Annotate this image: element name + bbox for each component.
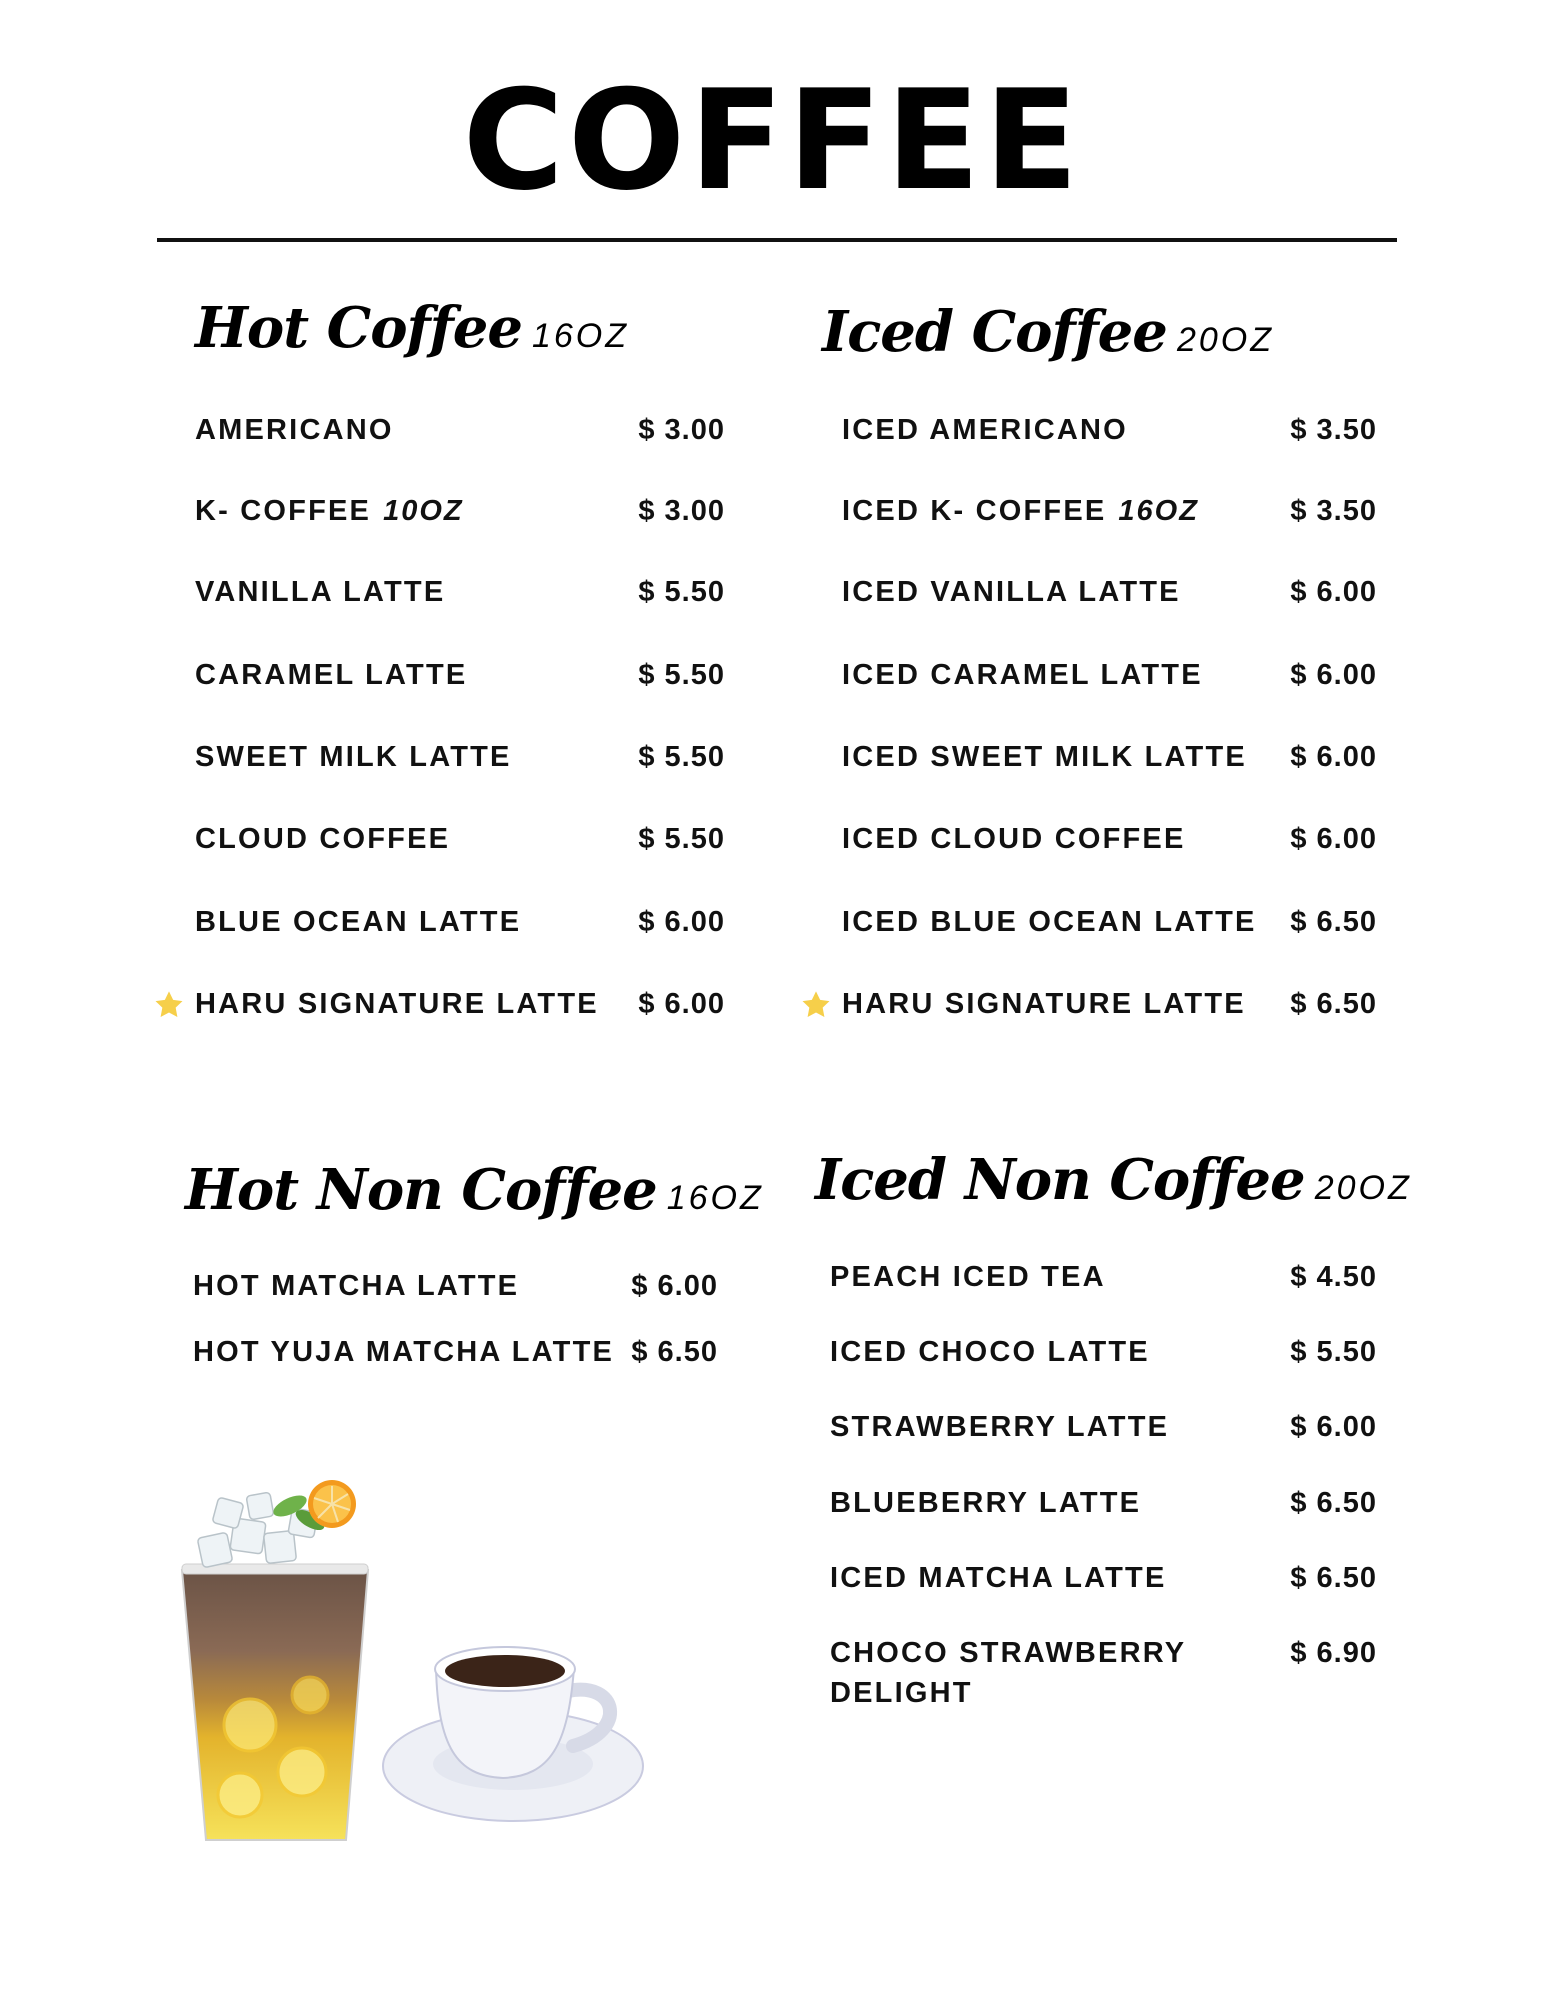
item-name: SWEET MILK LATTE (195, 741, 512, 773)
iced-drink-illustration (180, 1480, 370, 1841)
coffee-liquid (445, 1655, 565, 1687)
item-price: $ 3.50 (1290, 495, 1377, 527)
section-size: 20OZ (1314, 1169, 1412, 1207)
section-title: Iced Coffee (822, 299, 1168, 365)
item-name: K- COFFEE 10OZ (195, 491, 464, 531)
item-name: HARU SIGNATURE LATTE (195, 988, 599, 1020)
title-divider (157, 238, 1397, 242)
item-price: $ 5.50 (638, 741, 725, 773)
item-price: $ 5.50 (638, 659, 725, 691)
item-name-text: K- COFFEE (195, 495, 372, 527)
item-name: BLUEBERRY LATTE (830, 1487, 1142, 1519)
item-name-text: ICED K- COFFEE (842, 495, 1107, 527)
item-price: $ 6.50 (1290, 906, 1377, 938)
item-price: $ 6.50 (1290, 1562, 1377, 1594)
item-size: 10OZ (383, 495, 464, 527)
orange-slice-icon (308, 1480, 356, 1528)
espresso-cup-illustration (382, 1646, 644, 1822)
menu-title: COFFEE (462, 60, 1083, 221)
item-price: $ 5.50 (638, 823, 725, 855)
section-size: 16OZ (666, 1179, 764, 1217)
item-price: $ 6.90 (1290, 1637, 1377, 1669)
item-price: $ 6.00 (638, 906, 725, 938)
item-price: $ 6.00 (638, 988, 725, 1020)
item-price: $ 6.00 (1290, 576, 1377, 608)
item-price: $ 6.50 (1290, 1487, 1377, 1519)
item-name: STRAWBERRY LATTE (830, 1411, 1170, 1443)
item-name: AMERICANO (195, 414, 394, 446)
section-heading: Hot Coffee 16OZ (195, 300, 725, 356)
item-name: ICED AMERICANO (842, 414, 1128, 446)
item-name: ICED CARAMEL LATTE (842, 659, 1203, 691)
section-title: Hot Coffee (195, 295, 523, 361)
iced-coffee-section: Iced Coffee 20OZ ICED AMERICANO $ 3.50 IC… (802, 304, 1377, 1020)
item-name: CHOCO STRAWBERRY (830, 1637, 1187, 1669)
item-price: $ 6.00 (631, 1270, 718, 1302)
item-name-line2: DELIGHT (830, 1677, 973, 1709)
star-icon (802, 991, 830, 1017)
item-price: $ 3.00 (638, 495, 725, 527)
item-price: $ 4.50 (1290, 1261, 1377, 1293)
item-price: $ 3.00 (638, 414, 725, 446)
item-price: $ 6.00 (1290, 659, 1377, 691)
section-heading: Iced Non Coffee 20OZ (815, 1152, 1409, 1208)
item-name: ICED MATCHA LATTE (830, 1562, 1167, 1594)
star-icon (155, 991, 183, 1017)
section-heading: Iced Coffee 20OZ (822, 304, 1377, 360)
item-name: PEACH ICED TEA (830, 1261, 1106, 1293)
section-heading: Hot Non Coffee 16OZ (185, 1162, 761, 1218)
item-price: $ 6.00 (1290, 741, 1377, 773)
item-name: CLOUD COFFEE (195, 823, 451, 855)
item-price: $ 6.50 (1290, 988, 1377, 1020)
item-name: ICED VANILLA LATTE (842, 576, 1181, 608)
item-name: ICED SWEET MILK LATTE (842, 741, 1247, 773)
item-price: $ 6.00 (1290, 823, 1377, 855)
item-price: $ 6.00 (1290, 1411, 1377, 1443)
hot-coffee-section: Hot Coffee 16OZ AMERICANO $ 3.00 K- COFFE… (155, 300, 725, 1020)
cup-body (182, 1570, 368, 1840)
item-name: ICED CLOUD COFFEE (842, 823, 1186, 855)
item-name: HARU SIGNATURE LATTE (842, 988, 1246, 1020)
item-name: VANILLA LATTE (195, 576, 446, 608)
iced-non-coffee-section: Iced Non Coffee 20OZ PEACH ICED TEA $ 4.5… (815, 1152, 1409, 1709)
item-price: $ 6.50 (631, 1336, 718, 1368)
item-name: BLUE OCEAN LATTE (195, 906, 522, 938)
item-price: $ 5.50 (1290, 1336, 1377, 1368)
item-name: HOT MATCHA LATTE (193, 1270, 520, 1302)
item-name: ICED CHOCO LATTE (830, 1336, 1150, 1368)
section-size: 16OZ (531, 317, 630, 355)
item-name: ICED BLUE OCEAN LATTE (842, 906, 1257, 938)
section-size: 20OZ (1176, 321, 1274, 359)
item-price: $ 5.50 (638, 576, 725, 608)
section-title: Iced Non Coffee (815, 1147, 1306, 1213)
section-title: Hot Non Coffee (185, 1157, 658, 1223)
item-name: ICED K- COFFEE 16OZ (842, 491, 1199, 531)
hot-non-coffee-section: Hot Non Coffee 16OZ HOT MATCHA LATTE $ 6.… (185, 1162, 761, 1368)
item-size: 16OZ (1118, 495, 1199, 527)
item-price: $ 3.50 (1290, 414, 1377, 446)
item-name: HOT YUJA MATCHA LATTE (193, 1336, 615, 1368)
item-name: CARAMEL LATTE (195, 659, 468, 691)
